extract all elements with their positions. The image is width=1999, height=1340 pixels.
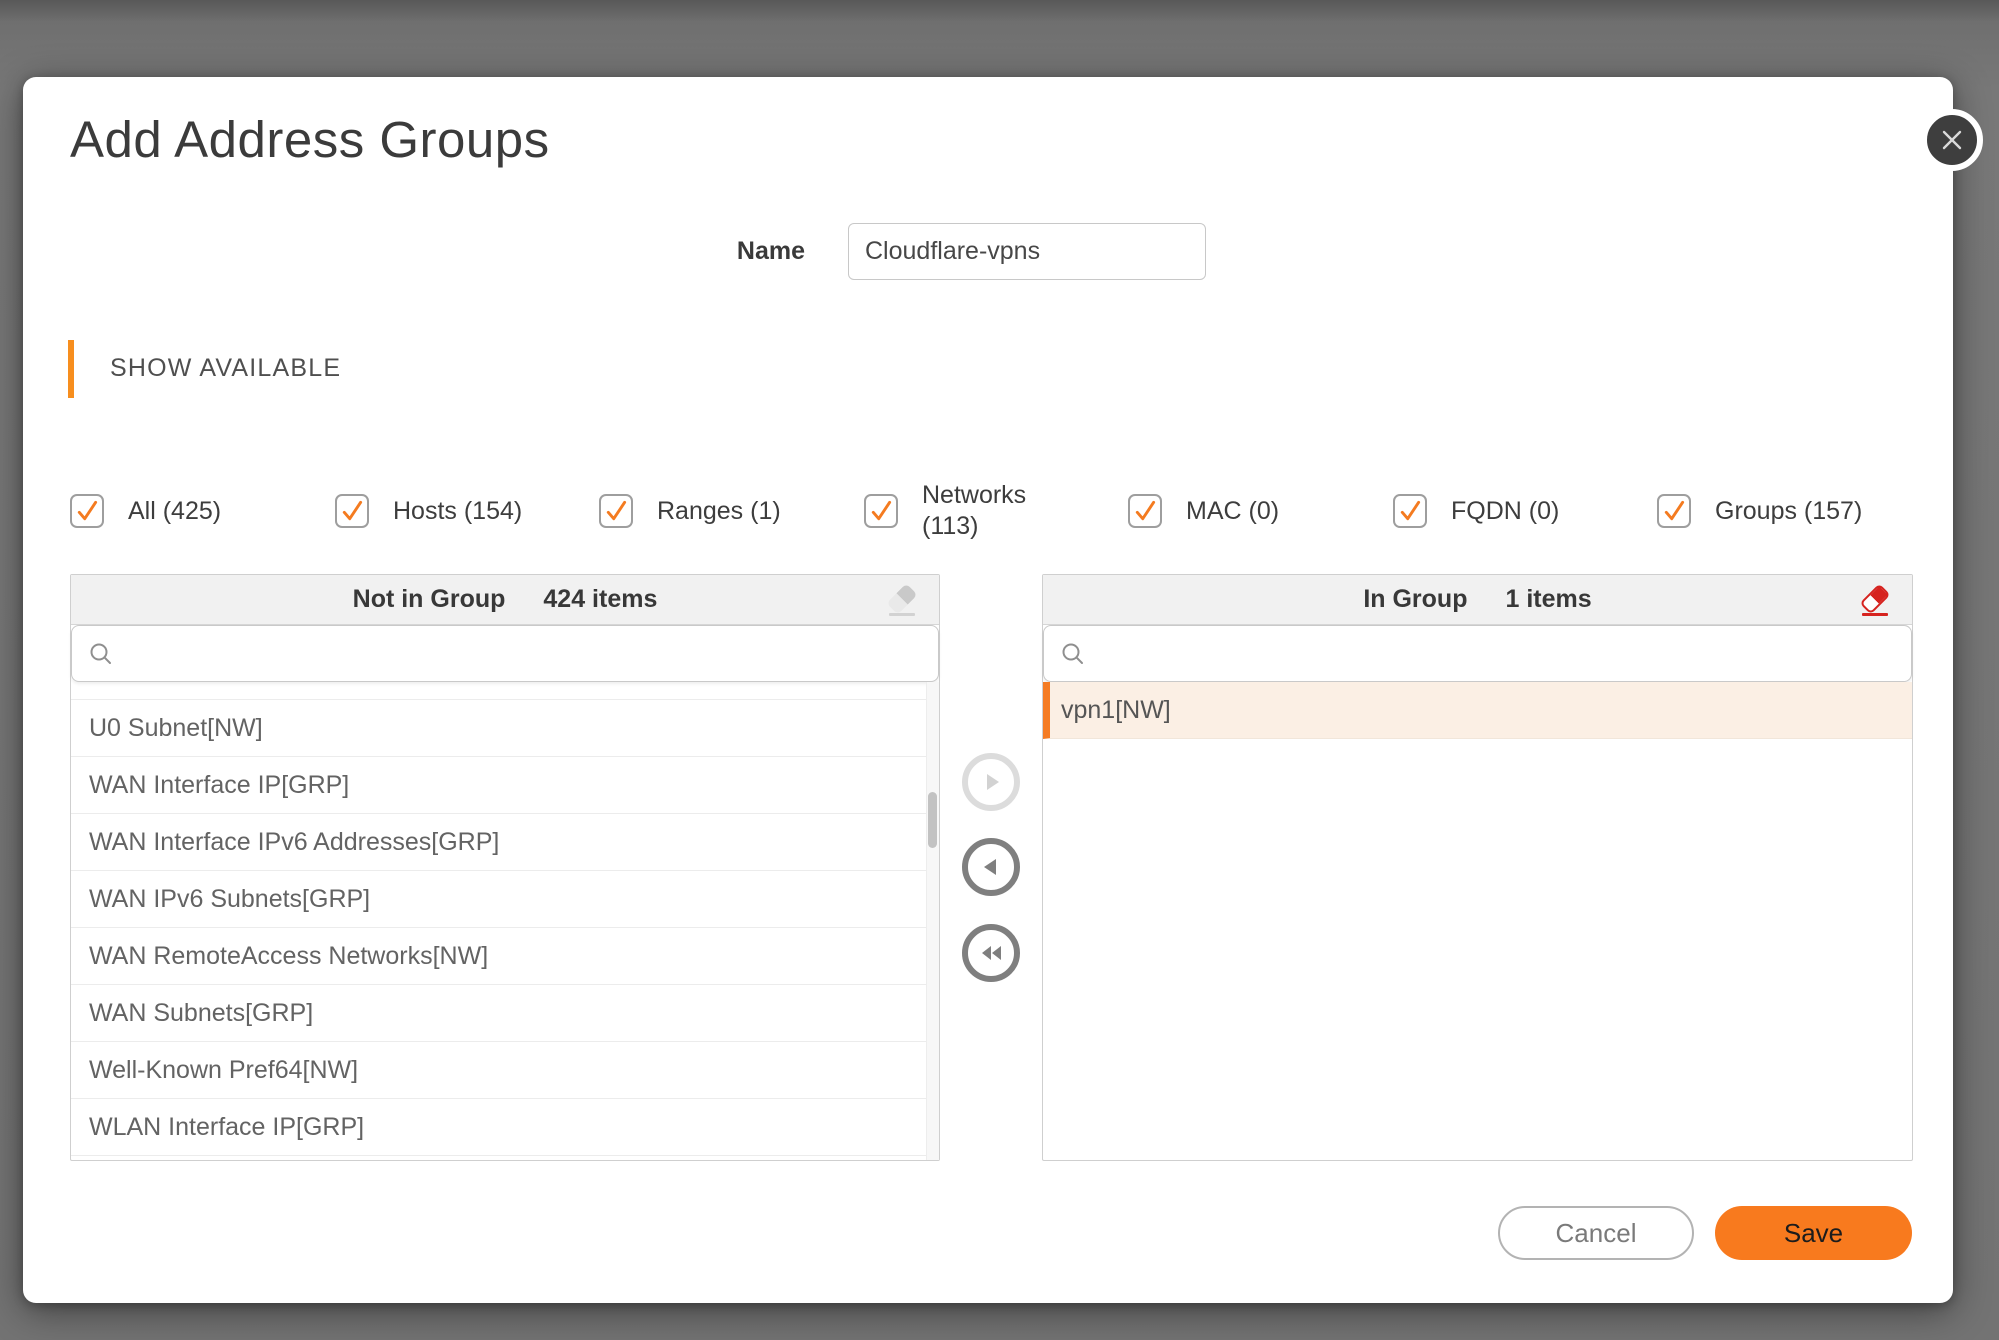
- checked-checkbox-icon: [864, 494, 898, 528]
- scrollbar-thumb[interactable]: [928, 792, 937, 848]
- list-item[interactable]: WAN Interface IPv6 Addresses[GRP]: [71, 814, 939, 871]
- in-group-header: In Group 1 items: [1043, 575, 1912, 625]
- in-group-panel: In Group 1 items vpn1[NW]: [1042, 574, 1913, 1161]
- clear-right-list-eraser-icon[interactable]: [1856, 581, 1894, 619]
- in-group-count: 1 items: [1505, 585, 1592, 613]
- cancel-button[interactable]: Cancel: [1498, 1206, 1694, 1260]
- filter-label: All (425): [128, 496, 222, 525]
- checked-checkbox-icon: [1393, 494, 1427, 528]
- close-button[interactable]: [1921, 109, 1983, 171]
- list-item[interactable]: vpn1[NW]: [1043, 682, 1912, 739]
- in-group-list: vpn1[NW]: [1043, 682, 1912, 1160]
- not-in-group-panel: Not in Group 424 items U0 Subnet[NW] WAN …: [70, 574, 940, 1161]
- filter-checkbox-groups[interactable]: Groups (157): [1657, 478, 1862, 544]
- move-all-left-button[interactable]: [962, 924, 1020, 982]
- filter-label: Groups (157): [1715, 496, 1863, 525]
- clear-left-list-eraser-icon: [883, 581, 921, 619]
- filter-label: Networks (113): [922, 481, 1027, 540]
- filter-label: Ranges (1): [657, 496, 781, 525]
- arrow-right-icon: [987, 774, 999, 790]
- filter-checkbox-hosts[interactable]: Hosts (154): [335, 478, 522, 544]
- section-accent-bar: [68, 340, 74, 398]
- search-icon: [90, 643, 111, 664]
- partially-scrolled-row: [71, 682, 939, 700]
- filter-checkbox-all[interactable]: All (425): [70, 478, 221, 544]
- not-in-group-title: Not in Group: [352, 585, 506, 613]
- add-address-groups-dialog: Add Address Groups Name SHOW AVAILABLE A…: [23, 77, 1983, 1303]
- dialog-title: Add Address Groups: [70, 111, 550, 168]
- filter-checkbox-mac[interactable]: MAC (0): [1128, 478, 1279, 544]
- list-item[interactable]: WLAN Interface IP[GRP]: [71, 1099, 939, 1156]
- close-x-icon: [1942, 130, 1962, 150]
- in-group-search-input[interactable]: [1098, 626, 1897, 681]
- filter-checkbox-fqdn[interactable]: FQDN (0): [1393, 478, 1559, 544]
- not-in-group-search: [71, 625, 939, 682]
- search-icon: [1062, 643, 1083, 664]
- modal-backdrop: Add Address Groups Name SHOW AVAILABLE A…: [0, 0, 1999, 1340]
- not-in-group-count: 424 items: [543, 585, 658, 613]
- name-input[interactable]: [848, 223, 1206, 280]
- checked-checkbox-icon: [70, 494, 104, 528]
- show-available-heading: SHOW AVAILABLE: [110, 354, 342, 382]
- list-item[interactable]: WAN RemoteAccess Networks[NW]: [71, 928, 939, 985]
- list-item[interactable]: WAN Subnets[GRP]: [71, 985, 939, 1042]
- filter-checkbox-networks[interactable]: Networks (113): [864, 478, 1026, 544]
- checked-checkbox-icon: [1128, 494, 1162, 528]
- list-item[interactable]: WAN Interface IP[GRP]: [71, 757, 939, 814]
- type-filter-row: All (425) Hosts (154) Ranges (1) Networks (1…: [23, 478, 1953, 544]
- arrow-left-icon: [984, 859, 996, 875]
- not-in-group-list: U0 Subnet[NW] WAN Interface IP[GRP] WAN In…: [71, 682, 939, 1160]
- save-button[interactable]: Save: [1715, 1206, 1912, 1260]
- filter-label: Hosts (154): [393, 496, 523, 525]
- list-item[interactable]: U0 Subnet[NW]: [71, 700, 939, 757]
- name-label: Name: [736, 237, 805, 265]
- move-right-button[interactable]: [962, 753, 1020, 811]
- checked-checkbox-icon: [1657, 494, 1691, 528]
- move-left-button[interactable]: [962, 838, 1020, 896]
- list-item[interactable]: WAN IPv6 Subnets[GRP]: [71, 871, 939, 928]
- in-group-title: In Group: [1363, 585, 1468, 613]
- filter-checkbox-ranges[interactable]: Ranges (1): [599, 478, 781, 544]
- filter-label: MAC (0): [1186, 496, 1280, 525]
- scrollbar-track[interactable]: [926, 682, 939, 1160]
- checked-checkbox-icon: [599, 494, 633, 528]
- double-arrow-left-icon: [982, 946, 1001, 960]
- checked-checkbox-icon: [335, 494, 369, 528]
- list-item[interactable]: Well-Known Pref64[NW]: [71, 1042, 939, 1099]
- not-in-group-header: Not in Group 424 items: [71, 575, 939, 625]
- not-in-group-search-input[interactable]: [126, 626, 924, 681]
- in-group-search: [1043, 625, 1912, 682]
- filter-label: FQDN (0): [1451, 496, 1560, 525]
